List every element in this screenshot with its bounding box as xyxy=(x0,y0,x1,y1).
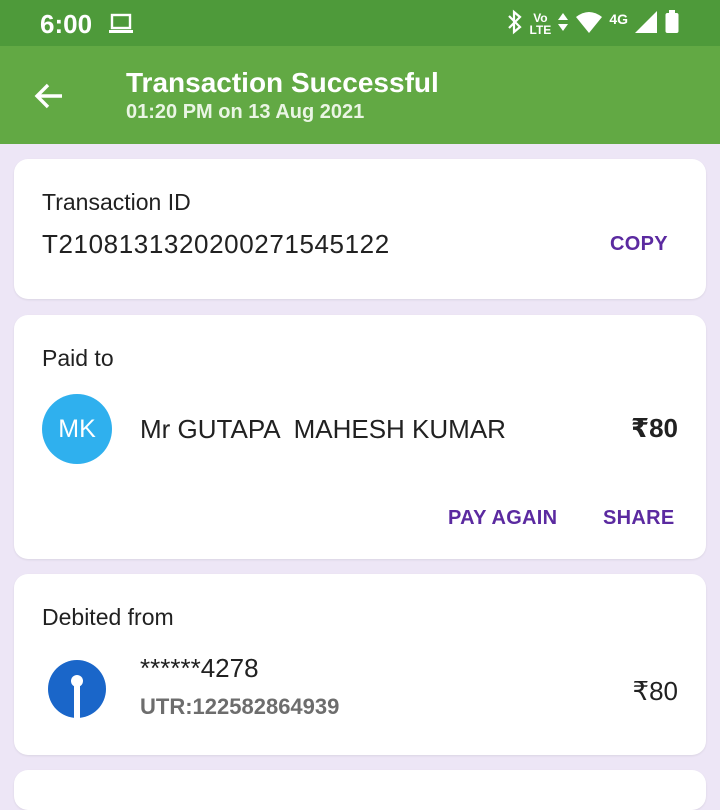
data-activity-icon xyxy=(557,11,569,38)
paid-to-card: Paid to MK Mr GUTAPA MAHESH KUMAR ₹80 PA… xyxy=(14,315,706,559)
page-title: Transaction Successful xyxy=(126,67,439,98)
volte-icon: Vo LTE xyxy=(530,12,552,36)
next-card xyxy=(14,770,706,810)
app-bar: Transaction Successful 01:20 PM on 13 Au… xyxy=(0,46,720,144)
utr-number: UTR:122582864939 xyxy=(140,694,340,719)
avatar-initials: MK xyxy=(58,415,96,443)
account-number: ******4278 xyxy=(140,653,259,683)
status-time: 6:00 xyxy=(40,9,93,39)
bluetooth-icon xyxy=(506,9,524,40)
copy-button[interactable]: COPY xyxy=(610,233,668,256)
volte-line2: LTE xyxy=(529,23,552,37)
status-icons: Vo LTE 4G xyxy=(506,9,680,39)
debited-from-heading: Debited from xyxy=(42,604,174,630)
back-arrow-icon[interactable] xyxy=(34,82,64,115)
transaction-id-heading: Transaction ID xyxy=(42,189,191,215)
debited-from-card: Debited from ******4278 UTR:122582864939… xyxy=(14,574,706,755)
avatar: MK xyxy=(42,394,112,464)
pay-again-button[interactable]: PAY AGAIN xyxy=(448,507,557,530)
debited-amount: ₹80 xyxy=(632,676,678,706)
share-button[interactable]: SHARE xyxy=(603,507,675,530)
transaction-id-card: Transaction ID T2108131320200271545122 C… xyxy=(14,159,706,299)
laptop-icon xyxy=(108,13,134,40)
wifi-icon xyxy=(575,10,603,39)
network-type-label: 4G xyxy=(609,11,628,27)
battery-icon xyxy=(664,9,680,40)
status-bar: 6:00 Vo LTE 4G xyxy=(0,0,720,46)
paid-to-heading: Paid to xyxy=(42,345,114,371)
transaction-id-value: T2108131320200271545122 xyxy=(42,229,390,259)
transaction-datetime: 01:20 PM on 13 Aug 2021 xyxy=(126,101,365,123)
bank-logo-icon xyxy=(48,660,106,723)
payee-name: Mr GUTAPA MAHESH KUMAR xyxy=(140,414,506,444)
paid-amount: ₹80 xyxy=(630,413,678,443)
signal-icon xyxy=(634,10,658,39)
